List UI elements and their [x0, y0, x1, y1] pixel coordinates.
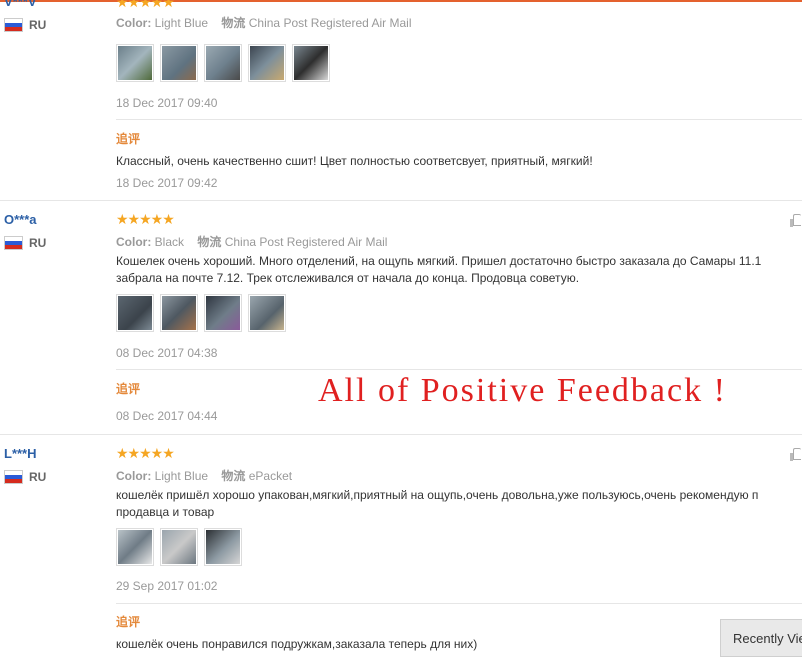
- review-meta: Color: Black 物流 China Post Registered Ai…: [116, 233, 387, 250]
- followup-text: кошелёк очень понравился подружкам,заказ…: [116, 637, 478, 651]
- logistics-value: China Post Registered Air Mail: [248, 16, 412, 30]
- promo-banner: All of Positive Feedback !: [318, 372, 727, 409]
- color-value: Black: [154, 235, 185, 249]
- review-photo[interactable]: [116, 44, 154, 82]
- divider: [116, 603, 802, 604]
- review-photos: [116, 44, 330, 82]
- russia-flag-icon: [4, 236, 23, 250]
- review-photo[interactable]: [292, 44, 330, 82]
- review-text-line: забрала на почте 7.12. Трек отслеживался…: [116, 271, 580, 285]
- color-label: Color:: [116, 16, 152, 30]
- star-rating: ★★★★★: [116, 445, 175, 461]
- review-photo[interactable]: [248, 294, 286, 332]
- review-photo[interactable]: [248, 44, 286, 82]
- review-text-line: Кошелек очень хороший. Много отделений, …: [116, 254, 762, 268]
- reviewer-country: RU: [4, 470, 46, 484]
- review-separator: [0, 200, 802, 201]
- review-text-line: кошелёк пришёл хорошо упакован,мягкий,пр…: [116, 488, 759, 502]
- followup-label: 追评: [116, 132, 141, 146]
- logistics-label: 物流: [221, 469, 246, 483]
- country-code: RU: [29, 18, 47, 32]
- review-date: 29 Sep 2017 01:02: [116, 579, 218, 593]
- star-rating: ★★★★★: [116, 0, 175, 10]
- followup-date: 18 Dec 2017 09:42: [116, 176, 218, 190]
- review-photos: [116, 294, 286, 332]
- star-rating: ★★★★★: [116, 211, 175, 227]
- country-code: RU: [29, 236, 47, 250]
- review-text-line: продавца и товар: [116, 505, 215, 519]
- review-photo[interactable]: [160, 528, 198, 566]
- review-photo[interactable]: [204, 528, 242, 566]
- color-label: Color:: [116, 235, 152, 249]
- followup-date: 08 Dec 2017 04:44: [116, 409, 218, 423]
- reviewer-name[interactable]: O***a: [4, 212, 37, 227]
- recently-viewed-button[interactable]: Recently Vie: [720, 619, 802, 657]
- reviewer-name[interactable]: V***V: [4, 0, 37, 9]
- reviewer-country: RU: [4, 236, 46, 250]
- logistics-value: China Post Registered Air Mail: [224, 235, 388, 249]
- followup-text: Классный, очень качественно сшит! Цвет п…: [116, 154, 593, 168]
- country-code: RU: [29, 470, 47, 484]
- thumbs-up-icon[interactable]: [790, 214, 802, 228]
- review-photo[interactable]: [204, 44, 242, 82]
- review-text: Кошелек очень хороший. Много отделений, …: [116, 253, 802, 287]
- logistics-value: ePacket: [248, 469, 293, 483]
- thumbs-up-icon[interactable]: [790, 448, 802, 462]
- followup-label: 追评: [116, 382, 141, 396]
- review-text: кошелёк пришёл хорошо упакован,мягкий,пр…: [116, 487, 802, 521]
- review-photo[interactable]: [160, 44, 198, 82]
- divider: [116, 369, 802, 370]
- review-separator: [0, 434, 802, 435]
- review-photos: [116, 528, 242, 566]
- review-photo[interactable]: [116, 528, 154, 566]
- color-label: Color:: [116, 469, 152, 483]
- reviewer-name[interactable]: L***H: [4, 446, 37, 461]
- color-value: Light Blue: [154, 16, 209, 30]
- russia-flag-icon: [4, 18, 23, 32]
- review-photo[interactable]: [116, 294, 154, 332]
- review-photo[interactable]: [160, 294, 198, 332]
- divider: [116, 119, 802, 120]
- color-value: Light Blue: [154, 469, 209, 483]
- followup-label: 追评: [116, 615, 141, 629]
- review-date: 08 Dec 2017 04:38: [116, 346, 218, 360]
- review-photo[interactable]: [204, 294, 242, 332]
- review-date: 18 Dec 2017 09:40: [116, 96, 218, 110]
- review-meta: Color: Light Blue 物流 China Post Register…: [116, 14, 412, 31]
- russia-flag-icon: [4, 470, 23, 484]
- review-meta: Color: Light Blue 物流 ePacket: [116, 467, 292, 484]
- reviewer-country: RU: [4, 18, 46, 32]
- logistics-label: 物流: [221, 16, 246, 30]
- logistics-label: 物流: [197, 235, 222, 249]
